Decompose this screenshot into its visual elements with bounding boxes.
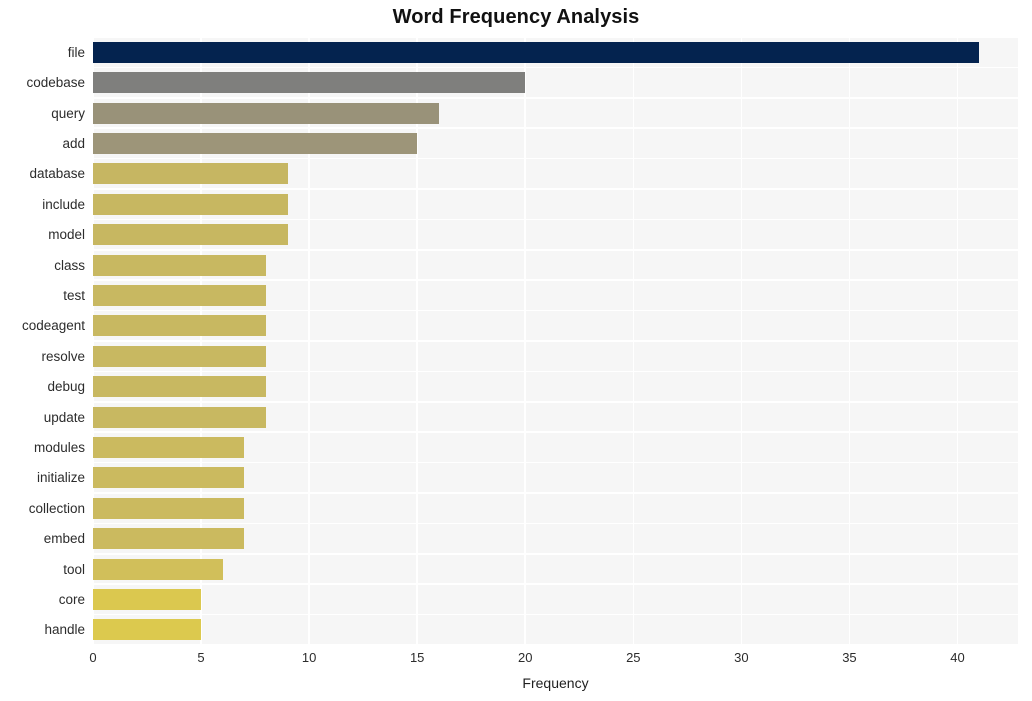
y-axis-tick-label: model bbox=[48, 227, 85, 243]
x-axis-tick-label: 0 bbox=[89, 650, 97, 665]
x-axis-tick-label: 20 bbox=[518, 650, 533, 665]
x-axis-tick-label: 25 bbox=[626, 650, 641, 665]
y-axis-tick-label: core bbox=[58, 591, 85, 607]
y-axis-tick-label: collection bbox=[28, 500, 85, 516]
y-axis-tick-label: update bbox=[43, 409, 85, 425]
x-axis-tick-label: 30 bbox=[734, 650, 749, 665]
y-axis-tick-label: resolve bbox=[41, 348, 85, 364]
y-axis-tick-label: modules bbox=[33, 439, 85, 455]
x-axis-tick-label: 5 bbox=[197, 650, 205, 665]
x-axis-tick-label: 15 bbox=[409, 650, 425, 665]
y-axis-tick-label: class bbox=[54, 257, 85, 273]
x-axis-tick-label: 40 bbox=[950, 650, 965, 665]
y-axis-tick-label: test bbox=[63, 287, 85, 303]
x-axis-tick-label: 10 bbox=[301, 650, 317, 665]
y-axis-tick-label: embed bbox=[43, 531, 85, 547]
y-axis-tick-label: codeagent bbox=[21, 318, 85, 334]
x-axis-tick-labels: 0 5 10 15 20 25 30 35 40 bbox=[89, 650, 1018, 672]
y-axis-tick-label: initialize bbox=[36, 470, 85, 486]
chart-title: Word Frequency Analysis bbox=[392, 6, 640, 28]
chart-figure: Word Frequency Analysis file codebase quer… bbox=[0, 0, 1032, 701]
y-axis-tick-label: handle bbox=[44, 622, 85, 638]
y-axis-tick-label: debug bbox=[47, 379, 85, 395]
x-axis-label: Frequency bbox=[522, 675, 589, 691]
y-axis-tick-label: database bbox=[29, 166, 85, 182]
y-axis-tick-label: include bbox=[42, 196, 85, 212]
x-axis-tick-label: 35 bbox=[842, 650, 857, 665]
y-axis-tick-label: file bbox=[67, 44, 85, 60]
y-axis-tick-label: codebase bbox=[26, 75, 85, 91]
y-axis-tick-label: add bbox=[62, 135, 85, 151]
y-axis-tick-label: query bbox=[51, 105, 85, 121]
y-axis-tick-label: tool bbox=[63, 561, 85, 577]
y-axis-tick-labels: file codebase query add database include model… bbox=[0, 37, 1032, 645]
